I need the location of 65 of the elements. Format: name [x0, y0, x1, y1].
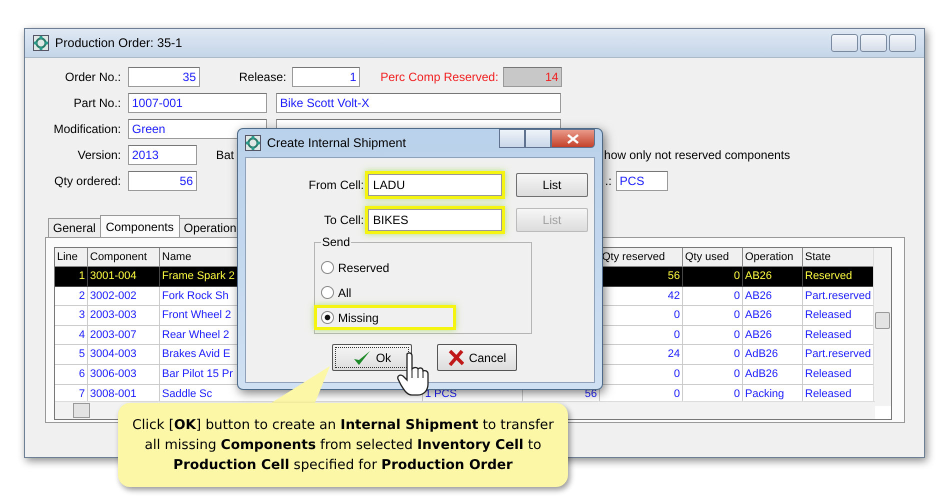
table-cell: 0 [674, 308, 680, 324]
field-label: Version: [76, 148, 121, 162]
table-cell: 5 [78, 347, 85, 362]
field-label: .: [605, 174, 612, 188]
table-cell: AB26 [745, 288, 772, 304]
table-cell: Released [805, 366, 852, 382]
table-cell: 6 [78, 366, 85, 382]
field-label: Qty ordered: [53, 174, 121, 188]
callout-text: Click [OK] button to create an Internal Shipment to transfer all missing Components from selected Inventory Cell to Production Cell specified for Production Order [131, 416, 555, 475]
table-cell: 42 [668, 288, 680, 304]
table-cell: 0 [734, 328, 740, 343]
table-cell: Brakes Avid E [162, 347, 230, 362]
checkbox-label: how only not reserved components [604, 148, 790, 162]
table-cell: 3002-002 [90, 288, 136, 304]
table-cell: Front Wheel 2 [162, 308, 232, 324]
field-label: Modification: [52, 122, 121, 136]
field-label: Release: [239, 70, 286, 84]
table-cell: 3006-003 [90, 366, 136, 382]
window-title: Production Order: 35-1 [55, 36, 182, 50]
table-cell: 7 [78, 386, 85, 402]
table-cell: 3008-001 [90, 386, 136, 402]
table-cell: 2 [78, 288, 85, 304]
table-cell: 0 [734, 269, 740, 284]
table-cell: Bar Pilot 15 Pr [162, 366, 233, 382]
table-cell: 0 [674, 386, 680, 402]
table-cell: 0 [734, 347, 740, 362]
table-cell: 56 [668, 269, 680, 284]
table-cell: 24 [668, 347, 680, 362]
dialog-title: Create Internal Shipment [267, 136, 406, 150]
table-cell: 1 [78, 269, 85, 284]
table-cell: 2003-003 [90, 308, 136, 324]
table-cell: 0 [674, 328, 680, 343]
field-label: Perc Comp Reserved: [380, 70, 498, 84]
group-label: Send [321, 235, 352, 249]
table-cell: AB26 [745, 328, 772, 343]
table-cell: Part.reserved [805, 347, 872, 362]
field-label: From Cell: [308, 178, 364, 192]
table-cell: AB26 [745, 269, 772, 284]
table-cell: 3004-003 [90, 347, 136, 362]
table-cell: Rear Wheel 2 [162, 328, 230, 343]
table-cell: Reserved [805, 269, 852, 284]
field-label: Order No.: [64, 70, 121, 84]
table-cell: 0 [734, 288, 740, 304]
table-cell: 0 [734, 386, 740, 402]
table-cell: Packing [745, 386, 784, 402]
table-cell: Saddle Sc [162, 386, 212, 402]
field-label: To Cell: [322, 212, 364, 226]
table-cell: AdB26 [745, 347, 778, 362]
table-cell: 3 [78, 308, 85, 324]
table-cell: Part.reserved [805, 288, 872, 304]
table-cell: Released [805, 328, 852, 343]
table-cell: Released [805, 386, 852, 402]
field-label: Bat [216, 148, 234, 162]
table-cell: AdB26 [745, 366, 778, 382]
table-cell: Fork Rock Sh [162, 288, 229, 304]
table-cell: Released [805, 308, 852, 324]
table-cell: AB26 [745, 308, 772, 324]
table-cell: 0 [734, 366, 740, 382]
table-cell: 0 [674, 366, 680, 382]
table-cell: 4 [78, 328, 85, 343]
table-cell: 0 [734, 308, 740, 324]
table-cell: Frame Spark 2 [162, 269, 235, 284]
field-label: Part No.: [72, 96, 121, 110]
table-cell: 3001-004 [90, 269, 136, 284]
table-cell: 2003-007 [90, 328, 136, 343]
